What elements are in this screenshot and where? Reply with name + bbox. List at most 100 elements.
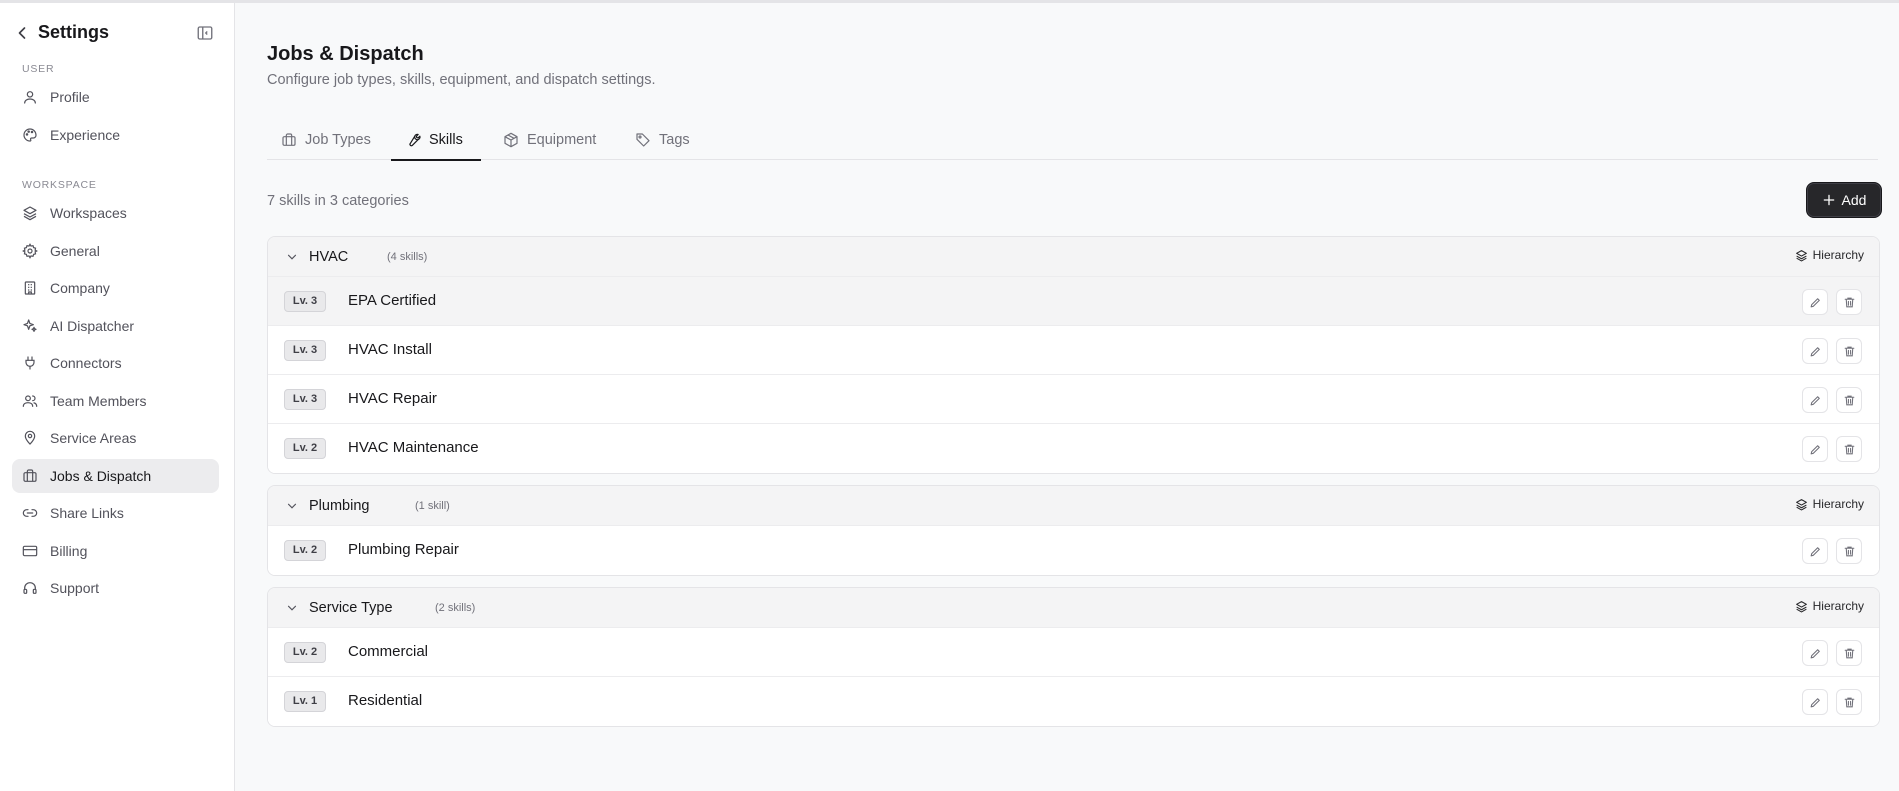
edit-skill-button[interactable]	[1802, 338, 1828, 364]
tag-icon	[636, 132, 650, 147]
pencil-icon	[1810, 546, 1820, 556]
chevron-down-icon[interactable]	[285, 601, 299, 615]
level-badge: Lv. 3	[284, 340, 326, 361]
sidebar-item-profile[interactable]: Profile	[12, 80, 219, 114]
sidebar-item-connectors[interactable]: Connectors	[12, 346, 219, 380]
level-badge: Lv. 1	[284, 691, 326, 712]
settings-tabs: Job Types Skills Equipment Tags	[267, 119, 1878, 161]
headset-icon	[23, 582, 37, 594]
sidebar-item-experience[interactable]: Experience	[12, 118, 219, 152]
skill-name: EPA Certified	[348, 292, 437, 309]
users-icon	[22, 395, 38, 407]
briefcase-icon	[23, 469, 37, 482]
panel-collapse-icon[interactable]	[196, 24, 214, 42]
briefcase-icon	[282, 132, 296, 146]
delete-skill-button[interactable]	[1836, 538, 1862, 564]
skill-row: Lv. 3 EPA Certified	[268, 277, 1879, 326]
skill-row: Lv. 2 Commercial	[268, 628, 1879, 677]
skill-name: HVAC Repair	[348, 390, 437, 407]
skill-group-name: Service Type	[309, 600, 393, 616]
level-badge: Lv. 2	[284, 540, 326, 561]
sidebar-item-billing[interactable]: Billing	[12, 534, 219, 568]
edit-skill-button[interactable]	[1802, 689, 1828, 715]
sidebar-item-company[interactable]: Company	[12, 271, 219, 305]
trash-icon	[1844, 546, 1854, 556]
pencil-icon	[1810, 346, 1820, 356]
pencil-icon	[1810, 395, 1820, 405]
sidebar-item-share-links[interactable]: Share Links	[12, 496, 219, 530]
skill-name: Residential	[348, 692, 423, 709]
sidebar-item-label: Support	[50, 580, 100, 596]
level-badge: Lv. 2	[284, 438, 326, 459]
skill-group-header: Plumbing (1 skill) Hierarchy	[268, 486, 1879, 526]
skill-group-count: (2 skills)	[435, 602, 476, 614]
sidebar-item-label: Experience	[50, 127, 121, 143]
sidebar-item-general[interactable]: General	[12, 234, 219, 268]
sparkles-icon	[23, 319, 37, 332]
hierarchy-label: Hierarchy	[1812, 248, 1864, 262]
sidebar-item-ai-dispatcher[interactable]: AI Dispatcher	[12, 309, 219, 343]
tab-job-types[interactable]: Job Types	[281, 119, 371, 160]
settings-sidebar: Settings USER Profile Experience WORKSPA…	[0, 3, 235, 791]
skill-group-name: Plumbing	[309, 498, 370, 514]
chevron-down-icon[interactable]	[285, 499, 299, 513]
sidebar-item-label: Team Members	[50, 393, 147, 409]
level-badge: Lv. 2	[284, 642, 326, 663]
delete-skill-button[interactable]	[1836, 436, 1862, 462]
trash-icon	[1844, 697, 1854, 707]
sidebar-item-support[interactable]: Support	[12, 571, 219, 605]
skill-row: Lv. 1 Residential	[268, 677, 1879, 726]
edit-skill-button[interactable]	[1802, 387, 1828, 413]
hierarchy-button[interactable]: Hierarchy	[1795, 599, 1864, 613]
skill-row: Lv. 3 HVAC Install	[268, 326, 1879, 375]
box-icon	[504, 132, 518, 147]
skill-group-count: (4 skills)	[387, 251, 428, 263]
trash-icon	[1844, 648, 1854, 658]
delete-skill-button[interactable]	[1836, 387, 1862, 413]
layers-icon	[1795, 249, 1807, 261]
level-badge: Lv. 3	[284, 291, 326, 312]
skill-group-service-type: Service Type (2 skills) Hierarchy Lv. 2 …	[267, 587, 1880, 727]
delete-skill-button[interactable]	[1836, 289, 1862, 315]
delete-skill-button[interactable]	[1836, 338, 1862, 364]
add-skill-button[interactable]: Add	[1806, 182, 1882, 218]
chevron-down-icon[interactable]	[285, 250, 299, 264]
delete-skill-button[interactable]	[1836, 689, 1862, 715]
tab-skills[interactable]: Skills	[391, 119, 481, 161]
trash-icon	[1844, 346, 1854, 356]
delete-skill-button[interactable]	[1836, 640, 1862, 666]
edit-skill-button[interactable]	[1802, 640, 1828, 666]
building-icon	[24, 281, 36, 295]
sidebar-item-team-members[interactable]: Team Members	[12, 384, 219, 418]
skill-name: HVAC Install	[348, 341, 432, 358]
tab-label: Skills	[429, 131, 463, 148]
skills-summary: 7 skills in 3 categories	[267, 193, 409, 209]
edit-skill-button[interactable]	[1802, 436, 1828, 462]
page-title: Jobs & Dispatch	[267, 43, 424, 65]
pencil-icon	[1810, 648, 1820, 658]
sidebar-item-label: Profile	[50, 89, 90, 105]
hierarchy-label: Hierarchy	[1812, 497, 1864, 511]
sidebar-item-service-areas[interactable]: Service Areas	[12, 421, 219, 455]
layers-icon	[1795, 498, 1807, 510]
hierarchy-button[interactable]: Hierarchy	[1795, 497, 1864, 511]
plug-icon	[25, 356, 35, 370]
tab-tags[interactable]: Tags	[635, 119, 690, 160]
sidebar-item-jobs-dispatch[interactable]: Jobs & Dispatch	[12, 459, 219, 493]
trash-icon	[1844, 395, 1854, 405]
sidebar-item-label: Share Links	[50, 505, 124, 521]
sidebar-item-workspaces[interactable]: Workspaces	[12, 196, 219, 230]
sidebar-item-label: Company	[50, 280, 110, 296]
tab-equipment[interactable]: Equipment	[503, 119, 596, 160]
hierarchy-button[interactable]: Hierarchy	[1795, 248, 1864, 262]
chevron-left-icon[interactable]	[12, 23, 32, 43]
skill-row: Lv. 2 HVAC Maintenance	[268, 424, 1879, 473]
skill-name: Plumbing Repair	[348, 541, 459, 558]
pencil-icon	[1810, 697, 1820, 707]
sidebar-item-label: Connectors	[50, 355, 122, 371]
edit-skill-button[interactable]	[1802, 289, 1828, 315]
wrench-icon	[409, 133, 421, 146]
skill-name: HVAC Maintenance	[348, 439, 479, 456]
tab-label: Job Types	[305, 131, 371, 148]
edit-skill-button[interactable]	[1802, 538, 1828, 564]
